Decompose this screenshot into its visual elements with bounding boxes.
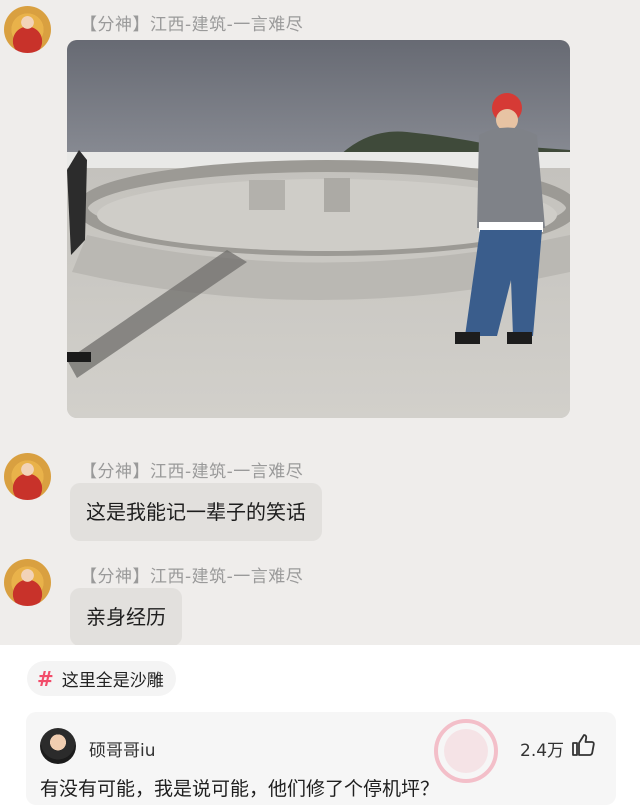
hashtag-icon: # xyxy=(37,666,54,691)
stamp-watermark xyxy=(434,719,498,783)
commenter-name[interactable]: 硕哥哥iu xyxy=(89,736,156,761)
message-bubble: 这是我能记一辈子的笑话 xyxy=(70,483,322,541)
like-count: 2.4万 xyxy=(520,741,565,761)
message-bubble: 亲身经历 xyxy=(70,588,182,646)
sender-name: 【分神】江西-建筑-一言难尽 xyxy=(80,567,304,587)
photo-rooftop[interactable] xyxy=(67,40,570,418)
rooftop-photo-image xyxy=(67,40,570,418)
avatar[interactable] xyxy=(4,453,51,500)
sender-name: 【分神】江西-建筑-一言难尽 xyxy=(80,462,304,482)
topic-tag[interactable]: # 这里全是沙雕 xyxy=(27,661,176,696)
commenter-avatar[interactable] xyxy=(40,728,76,764)
comment-text: 有没有可能，我是说可能，他们修了个停机坪？ xyxy=(40,778,440,800)
sender-name: 【分神】江西-建筑-一言难尽 xyxy=(80,15,304,35)
avatar[interactable] xyxy=(4,6,51,53)
avatar[interactable] xyxy=(4,559,51,606)
chat-screenshot: 【分神】江西-建筑-一言难尽 【分神】江西-建筑-一言难尽 这是我能记一辈子的笑… xyxy=(0,0,640,646)
topic-label: 这里全是沙雕 xyxy=(61,671,164,691)
thumbs-up-icon[interactable] xyxy=(571,733,595,757)
